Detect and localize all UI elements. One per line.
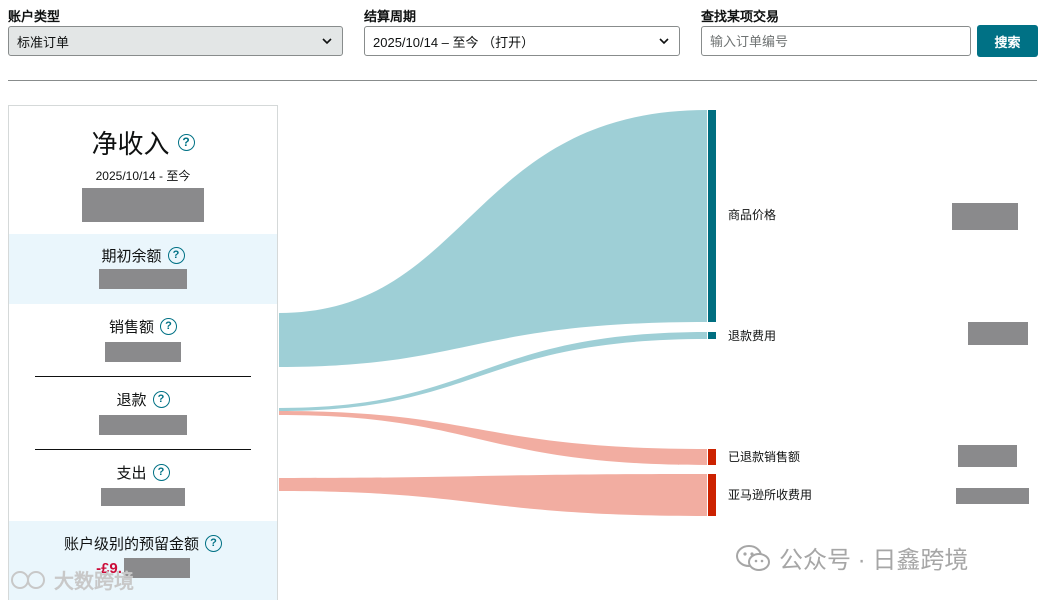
watermark-right: 公众号 · 日鑫跨境	[735, 540, 968, 575]
redacted-amount	[956, 488, 1029, 504]
node-label-amazon-fees: 亚马逊所收费用	[728, 488, 812, 502]
node-label-item-price: 商品价格	[728, 207, 776, 222]
flow-expenses-to-amazon-fees	[279, 474, 707, 516]
watermark-right-text: 公众号 · 日鑫跨境	[779, 547, 969, 574]
node-label-refund-fee: 退款费用	[728, 329, 776, 343]
node-bar-refund-fee	[708, 332, 716, 339]
redacted-amount	[968, 322, 1028, 345]
node-bar-item-price	[708, 110, 716, 322]
redacted-amount	[952, 203, 1018, 230]
watermark-logo-icon	[11, 570, 45, 589]
node-bar-amazon-fees	[708, 474, 716, 516]
flow-sales-to-item-price	[279, 110, 707, 367]
watermark-left: 大数跨境	[10, 565, 134, 594]
node-bar-refunded-sales	[708, 449, 716, 465]
flow-refunds-to-refunded-sales	[279, 411, 707, 465]
sankey-diagram: 商品价格 退款费用 已退款销售额 亚马逊所收费用	[279, 110, 1029, 516]
watermark-left-text: 大数跨境	[54, 571, 134, 593]
node-label-refunded-sales: 已退款销售额	[728, 449, 800, 464]
redacted-amount	[958, 445, 1017, 467]
wechat-icon	[736, 544, 770, 571]
